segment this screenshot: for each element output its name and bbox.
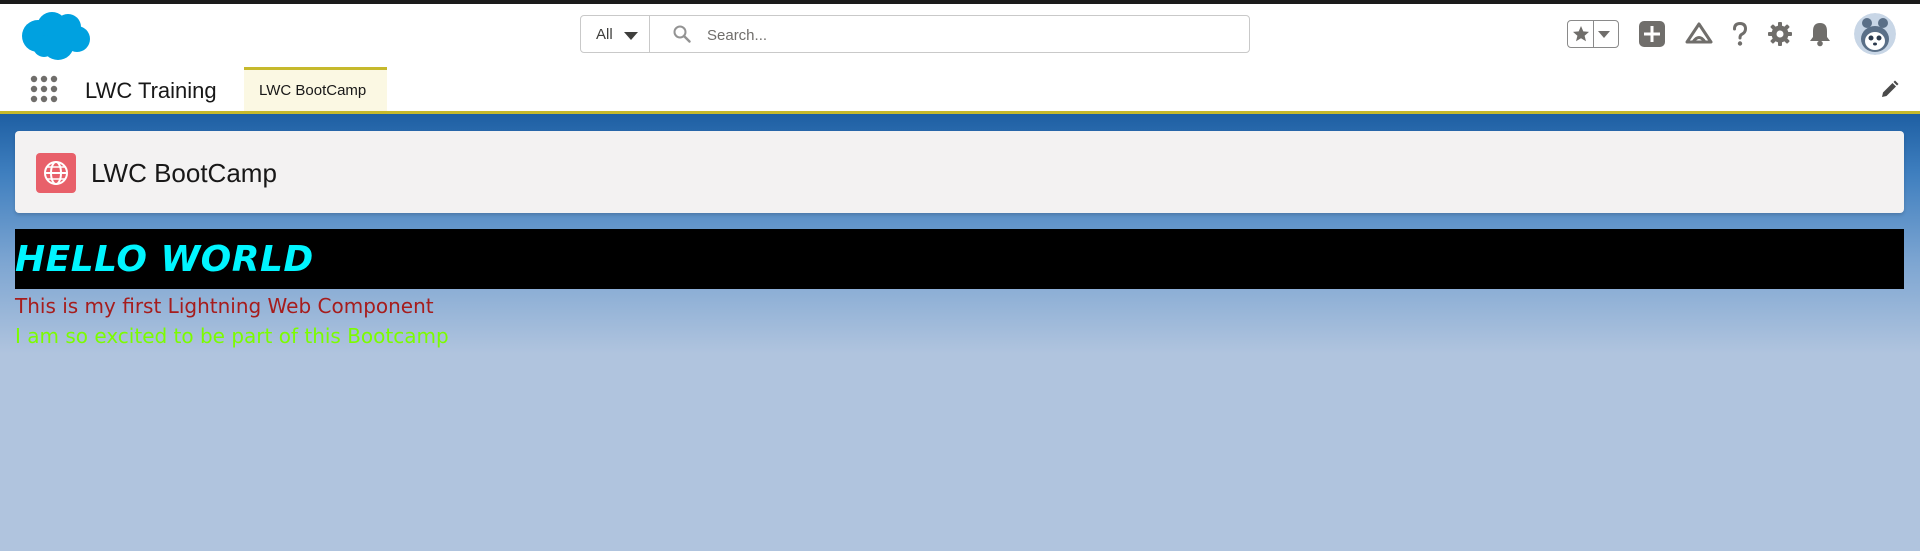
favorites-button-group <box>1567 20 1619 48</box>
search-input[interactable] <box>705 20 1229 50</box>
pencil-icon[interactable] <box>1879 80 1899 100</box>
app-name: LWC Training <box>85 78 217 103</box>
page-title: LWC BootCamp <box>91 158 277 188</box>
help-icon[interactable] <box>1726 20 1754 48</box>
global-header: All <box>0 4 1920 64</box>
search-scope-dropdown[interactable]: All <box>581 16 650 52</box>
app-launcher-icon[interactable] <box>29 74 59 104</box>
globe-icon <box>36 153 76 193</box>
global-search: All <box>580 15 1250 53</box>
favorites-dropdown-icon[interactable] <box>1598 31 1610 38</box>
divider <box>1593 21 1594 47</box>
avatar[interactable] <box>1854 13 1896 55</box>
component-text-line-1: This is my first Lightning Web Component <box>15 294 434 318</box>
favorites-star-icon[interactable] <box>1572 25 1590 43</box>
salesforce-logo-icon[interactable] <box>20 10 92 62</box>
search-scope-label: All <box>596 26 613 43</box>
trailhead-icon[interactable] <box>1685 20 1713 48</box>
search-icon <box>673 25 691 43</box>
chevron-down-icon <box>624 32 638 40</box>
add-icon[interactable] <box>1638 20 1666 48</box>
hello-world-banner: HELLO WORLD <box>15 229 1904 289</box>
tab-lwc-bootcamp[interactable]: LWC BootCamp <box>244 67 387 111</box>
tab-label: LWC BootCamp <box>259 82 367 99</box>
bell-icon[interactable] <box>1806 20 1834 48</box>
component-text-line-2: I am so excited to be part of this Bootc… <box>15 324 449 348</box>
hello-world-heading: HELLO WORLD <box>15 239 314 280</box>
app-navigation-bar: LWC Training LWC BootCamp <box>0 64 1920 114</box>
page-header-card: LWC BootCamp <box>15 131 1904 213</box>
gear-icon[interactable] <box>1766 20 1794 48</box>
